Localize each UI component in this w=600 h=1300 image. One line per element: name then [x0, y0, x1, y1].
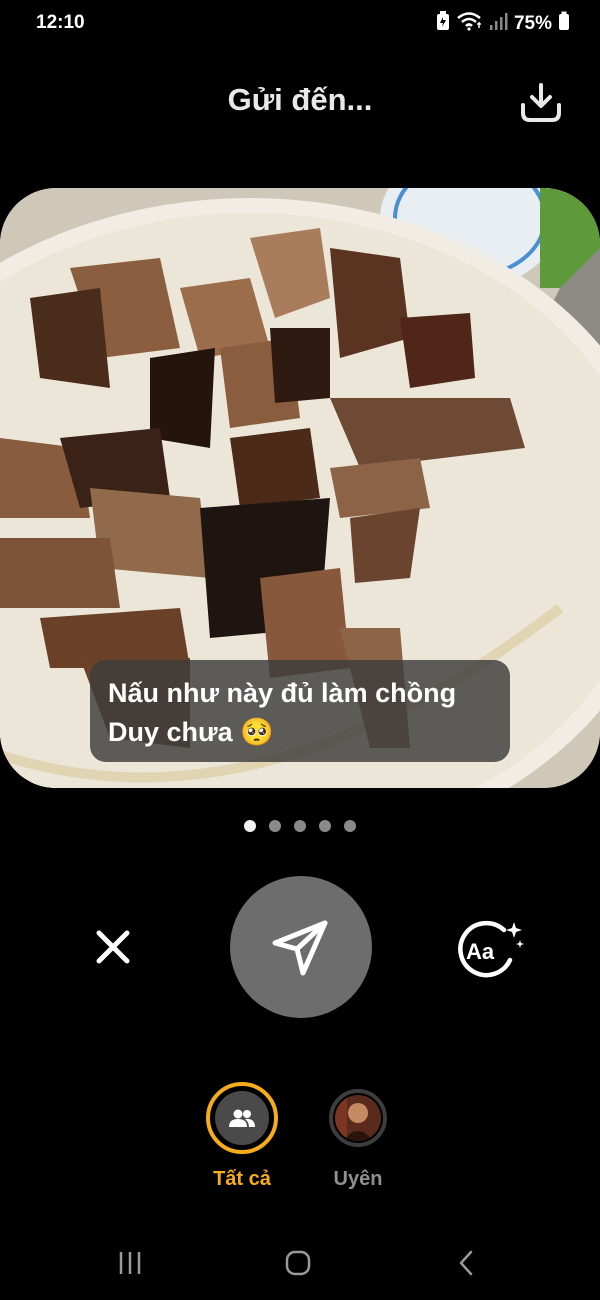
send-button[interactable] — [230, 876, 372, 1018]
text-style-glyph: Aa — [466, 939, 495, 964]
recents-button[interactable] — [110, 1246, 150, 1280]
battery-saver-icon — [436, 11, 450, 36]
battery-percent: 75% — [513, 12, 552, 34]
recents-icon — [119, 1252, 141, 1274]
system-nav-bar — [0, 1232, 600, 1292]
signal-icon — [488, 11, 508, 36]
avatar — [335, 1095, 381, 1141]
group-icon — [229, 1109, 255, 1127]
photo-caption[interactable]: Nấu như này đủ làm chồng Duy chưa 🥺 — [90, 660, 510, 762]
status-time: 12:10 — [36, 12, 85, 33]
home-icon — [285, 1250, 311, 1276]
discard-button[interactable] — [88, 922, 138, 972]
page-dot — [269, 820, 281, 832]
wifi-icon — [456, 11, 482, 36]
recipient-avatar — [215, 1091, 269, 1145]
home-button[interactable] — [278, 1246, 318, 1280]
recipient-label: Tất cả — [213, 1168, 271, 1190]
back-icon — [459, 1250, 473, 1276]
close-icon — [96, 930, 130, 964]
status-icons: 75% — [436, 11, 570, 36]
back-button[interactable] — [446, 1246, 486, 1280]
status-bar: 12:10 75% — [0, 0, 600, 46]
page-dot — [344, 820, 356, 832]
page-dot — [294, 820, 306, 832]
recipient-uyen[interactable]: Uyên — [313, 1082, 403, 1191]
recipient-ring — [206, 1082, 278, 1154]
page-dot — [319, 820, 331, 832]
page-indicator — [0, 820, 600, 832]
page-title: Gửi đến... — [227, 82, 373, 117]
recipient-all[interactable]: Tất cả — [197, 1082, 287, 1191]
text-effects-icon: Aa — [458, 920, 524, 978]
battery-icon — [558, 11, 570, 36]
recipient-label: Uyên — [333, 1168, 383, 1190]
recipient-ring — [329, 1089, 387, 1147]
page-dot — [244, 820, 256, 832]
send-icon — [272, 920, 328, 976]
text-style-button[interactable]: Aa — [452, 916, 526, 980]
download-icon — [521, 83, 561, 122]
download-button[interactable] — [518, 80, 564, 126]
